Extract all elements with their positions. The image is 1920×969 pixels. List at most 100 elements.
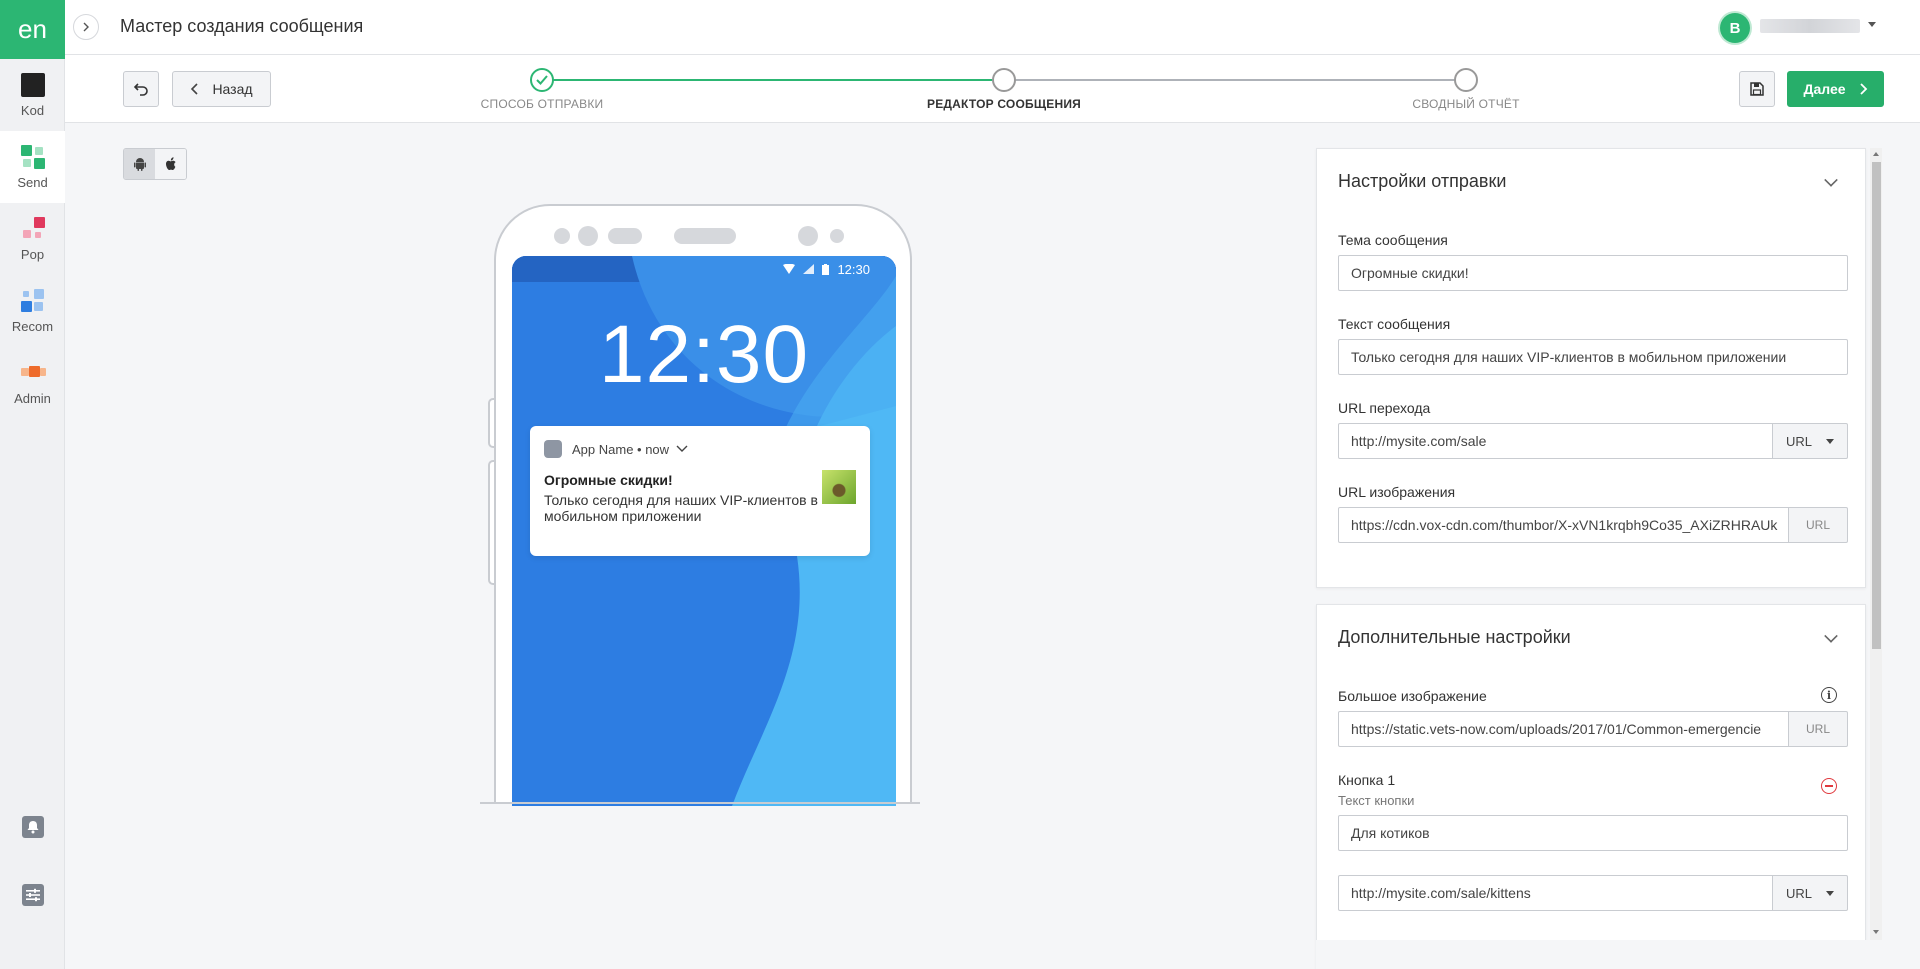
- scroll-down-icon[interactable]: [1873, 930, 1879, 934]
- chevron-left-icon: [191, 83, 199, 95]
- status-bar: 12:30: [512, 256, 896, 282]
- avatar-initial: B: [1729, 19, 1741, 37]
- notifications-button[interactable]: [0, 815, 65, 839]
- step-2-dot[interactable]: [992, 68, 1016, 92]
- image-url-label: URL изображения: [1338, 484, 1456, 500]
- wizard-toolbar: Назад СПОСОБ ОТПРАВКИ РЕДАКТОР СООБЩЕНИЯ…: [65, 55, 1920, 123]
- scrollbar[interactable]: [1870, 148, 1882, 940]
- step-1-dot[interactable]: [530, 68, 554, 92]
- image-url-input[interactable]: https://cdn.vox-cdn.com/thumbor/X-xVN1kr…: [1338, 507, 1789, 543]
- collapse-chevron-icon[interactable]: [1824, 173, 1838, 187]
- info-icon[interactable]: i: [1821, 687, 1837, 703]
- phone-sensor: [554, 228, 570, 244]
- chevron-right-icon: [1859, 83, 1867, 95]
- undo-icon: [133, 83, 148, 96]
- extra-settings-title: Дополнительные настройки: [1338, 627, 1571, 647]
- kod-icon: [20, 72, 45, 97]
- notification-title: Огромные скидки!: [544, 472, 673, 488]
- sliders-icon: [21, 884, 44, 906]
- caret-down-icon[interactable]: [1868, 22, 1876, 27]
- url-label: URL перехода: [1338, 400, 1431, 416]
- signal-icon: [803, 264, 815, 274]
- phone-screen: 12:30 12:30 App Name • now Огромные скид…: [512, 256, 896, 806]
- button1-text-input[interactable]: Для котиков: [1338, 815, 1848, 851]
- phone-front-camera: [798, 226, 818, 246]
- undo-button[interactable]: [123, 71, 159, 107]
- collapse-chevron-icon[interactable]: [1824, 629, 1838, 643]
- page-title: Мастер создания сообщения: [120, 16, 364, 36]
- sidebar-item-label: Kod: [20, 102, 45, 118]
- subject-label: Тема сообщения: [1338, 232, 1448, 248]
- android-icon: [133, 158, 146, 171]
- back-button-label: Назад: [212, 81, 253, 97]
- big-image-addon[interactable]: URL: [1788, 711, 1848, 747]
- sidebar-item-kod[interactable]: Kod: [0, 59, 65, 131]
- notification-app-line: App Name • now: [572, 441, 670, 457]
- remove-button1-icon[interactable]: [1821, 778, 1837, 794]
- phone-mockup: 12:30 12:30 App Name • now Огромные скид…: [494, 204, 912, 806]
- extra-settings-panel: Дополнительные настройки Большое изображ…: [1316, 604, 1866, 969]
- url-type-dropdown[interactable]: URL: [1772, 423, 1848, 459]
- notification-thumbnail: [822, 470, 856, 504]
- sidebar-item-label: Send: [17, 174, 48, 190]
- big-image-addon-label: URL: [1805, 722, 1830, 736]
- sidebar-item-pop[interactable]: Pop: [0, 203, 65, 275]
- big-image-input[interactable]: https://static.vets-now.com/uploads/2017…: [1338, 711, 1789, 747]
- next-button[interactable]: Далее: [1787, 71, 1884, 107]
- recom-icon: [20, 288, 45, 313]
- button1-url-input[interactable]: http://mysite.com/sale/kittens: [1338, 875, 1773, 911]
- save-button[interactable]: [1739, 71, 1775, 107]
- avatar[interactable]: B: [1720, 13, 1750, 43]
- url-type-value: URL: [1785, 433, 1812, 449]
- sidebar-toggle-button[interactable]: [73, 14, 99, 40]
- settings-button[interactable]: [0, 883, 65, 907]
- sidebar-item-send[interactable]: Send: [0, 131, 65, 203]
- admin-icon: [20, 361, 46, 385]
- os-toggle: [123, 148, 187, 180]
- user-name-blurred[interactable]: [1760, 19, 1860, 33]
- notification-header: App Name • now: [544, 440, 689, 458]
- scroll-up-icon[interactable]: [1873, 152, 1879, 156]
- back-button[interactable]: Назад: [172, 71, 271, 107]
- ios-toggle[interactable]: [155, 149, 186, 179]
- message-text-label: Текст сообщения: [1338, 316, 1451, 332]
- battery-icon: [822, 263, 830, 275]
- step-line-done: [542, 79, 1004, 81]
- sidebar: en Kod Send Pop Recom Admin: [0, 0, 65, 969]
- send-settings-title: Настройки отправки: [1338, 171, 1507, 191]
- phone-speaker: [674, 228, 736, 244]
- step-2-label[interactable]: РЕДАКТОР СООБЩЕНИЯ: [927, 97, 1081, 111]
- phone-camera: [578, 226, 598, 246]
- scrollbar-thumb[interactable]: [1872, 162, 1881, 649]
- app-logo[interactable]: en: [0, 0, 65, 59]
- android-toggle[interactable]: [124, 149, 155, 179]
- image-url-addon[interactable]: URL: [1788, 507, 1848, 543]
- push-notification-preview: App Name • now Огромные скидки! Только с…: [530, 426, 870, 556]
- panel-clip: [1316, 940, 1886, 969]
- step-3-label[interactable]: СВОДНЫЙ ОТЧЁТ: [1412, 97, 1519, 111]
- status-time: 12:30: [837, 261, 870, 277]
- bell-icon: [21, 816, 44, 838]
- phone-base-line: [480, 802, 920, 804]
- url-input[interactable]: http://mysite.com/sale: [1338, 423, 1773, 459]
- sidebar-item-recom[interactable]: Recom: [0, 275, 65, 347]
- button1-url-type-dropdown[interactable]: URL: [1772, 875, 1848, 911]
- big-image-label: Большое изображение: [1338, 688, 1487, 704]
- apple-icon: [165, 157, 176, 170]
- send-settings-panel: Настройки отправки Тема сообщения Огромн…: [1316, 148, 1866, 588]
- pop-icon: [21, 216, 45, 241]
- message-text-input[interactable]: Только сегодня для наших VIP-клиентов в …: [1338, 339, 1848, 375]
- sidebar-item-label: Admin: [14, 390, 51, 406]
- sidebar-item-admin[interactable]: Admin: [0, 347, 65, 419]
- step-3-dot[interactable]: [1454, 68, 1478, 92]
- step-1-label[interactable]: СПОСОБ ОТПРАВКИ: [481, 97, 604, 111]
- button1-label: Кнопка 1: [1338, 772, 1396, 788]
- phone-light-sensor: [830, 229, 844, 243]
- image-url-addon-label: URL: [1805, 518, 1830, 532]
- notification-body: Только сегодня для наших VIP-клиентов в …: [544, 492, 818, 524]
- logo-text: en: [18, 14, 47, 44]
- phone-speaker-small: [608, 228, 642, 244]
- lockscreen-clock: 12:30: [598, 309, 810, 400]
- subject-input[interactable]: Огромные скидки!: [1338, 255, 1848, 291]
- app-icon: [544, 440, 562, 458]
